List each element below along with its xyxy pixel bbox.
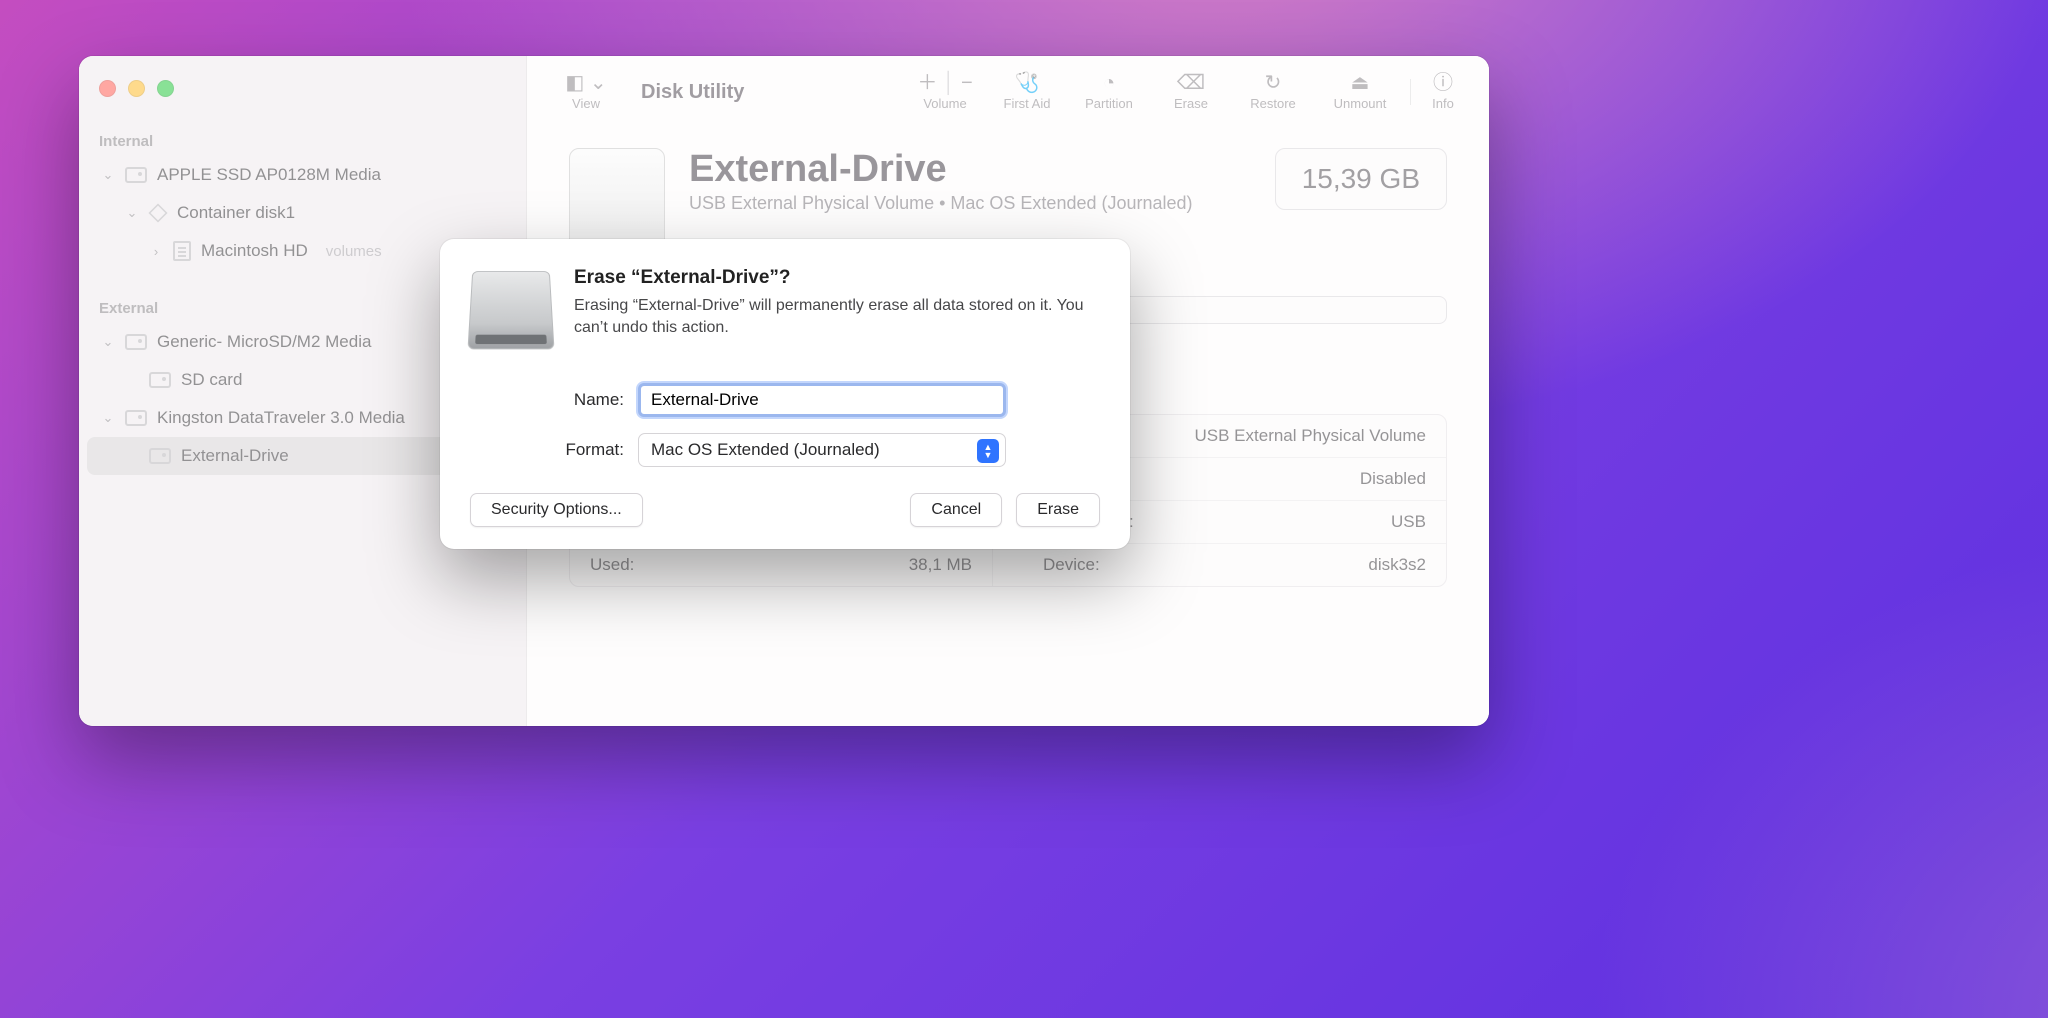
window-controls xyxy=(79,76,526,121)
info-icon: ⓘ xyxy=(1433,73,1453,93)
unmount-button[interactable]: ⏏ Unmount xyxy=(1318,73,1402,111)
disk-icon xyxy=(149,372,171,388)
dialog-title: Erase “External-Drive”? xyxy=(574,267,1094,289)
sidebar-item-label: Macintosh HD xyxy=(201,241,308,261)
erase-icon: ⌫ xyxy=(1177,73,1205,93)
sidebar-item-label: Container disk1 xyxy=(177,203,295,223)
format-selected-value: Mac OS Extended (Journaled) xyxy=(651,440,880,460)
drive-title: External-Drive xyxy=(689,148,1193,191)
toolbar-label: View xyxy=(572,96,600,111)
volume-icon xyxy=(173,241,191,261)
sidebar-item-label: Kingston DataTraveler 3.0 Media xyxy=(157,408,405,428)
close-window-button[interactable] xyxy=(99,80,116,97)
drive-icon xyxy=(467,271,554,349)
chevron-down-icon: ⌄ xyxy=(101,167,115,183)
security-options-button[interactable]: Security Options... xyxy=(470,493,643,527)
format-label: Format: xyxy=(470,440,638,460)
disk-icon xyxy=(125,410,147,426)
view-menu-button[interactable]: ◧ ⌄ View xyxy=(549,73,623,111)
sidebar-toggle-icon: ◧ ⌄ xyxy=(565,73,606,93)
disk-icon xyxy=(125,334,147,350)
info-cell-device: Device: disk3s2 xyxy=(1023,544,1446,586)
sidebar-item-label: External-Drive xyxy=(181,446,289,466)
chevron-right-icon: › xyxy=(149,244,163,259)
name-label: Name: xyxy=(470,390,638,410)
minimize-window-button[interactable] xyxy=(128,80,145,97)
disk-icon xyxy=(149,448,171,464)
drive-size-badge: 15,39 GB xyxy=(1275,148,1447,210)
toolbar-divider xyxy=(1410,79,1411,105)
restore-icon: ↻ xyxy=(1265,73,1282,93)
sidebar-section-internal: Internal xyxy=(79,121,526,156)
sidebar-item-label: Generic- MicroSD/M2 Media xyxy=(157,332,371,352)
first-aid-button[interactable]: 🩺 First Aid xyxy=(990,73,1064,111)
info-button[interactable]: ⓘ Info xyxy=(1419,73,1467,111)
chevron-down-icon: ⌄ xyxy=(101,410,115,426)
volume-button[interactable]: ＋ │ − Volume xyxy=(908,73,982,111)
format-select[interactable]: Mac OS Extended (Journaled) ▲▼ xyxy=(638,433,1006,467)
app-title: Disk Utility xyxy=(641,81,744,104)
eject-icon: ⏏ xyxy=(1351,73,1370,93)
erase-confirm-button[interactable]: Erase xyxy=(1016,493,1100,527)
chevron-down-icon: ⌄ xyxy=(101,334,115,350)
toolbar: ◧ ⌄ View Disk Utility ＋ │ − Volume 🩺 Fir… xyxy=(527,56,1489,128)
sidebar-item-suffix: volumes xyxy=(326,243,382,260)
sidebar-item-label: SD card xyxy=(181,370,242,390)
plus-minus-icon: ＋ │ − xyxy=(917,73,972,93)
info-cell-used: Used: 38,1 MB xyxy=(570,544,993,586)
name-input[interactable] xyxy=(638,383,1006,417)
partition-button[interactable]: ◔ Partition xyxy=(1072,73,1146,111)
pie-chart-icon: ◔ xyxy=(1103,73,1115,93)
zoom-window-button[interactable] xyxy=(157,80,174,97)
stethoscope-icon: 🩺 xyxy=(1015,73,1040,93)
updown-arrows-icon: ▲▼ xyxy=(977,439,999,463)
sidebar-item-container[interactable]: ⌄ Container disk1 xyxy=(87,194,518,232)
chevron-down-icon: ⌄ xyxy=(125,205,139,221)
drive-subtitle: USB External Physical Volume • Mac OS Ex… xyxy=(689,193,1193,214)
container-icon xyxy=(149,204,167,222)
dialog-description: Erasing “External-Drive” will permanentl… xyxy=(574,295,1094,338)
sidebar-item-internal-disk[interactable]: ⌄ APPLE SSD AP0128M Media xyxy=(87,156,518,194)
cancel-button[interactable]: Cancel xyxy=(910,493,1002,527)
erase-toolbar-button[interactable]: ⌫ Erase xyxy=(1154,73,1228,111)
sidebar-item-label: APPLE SSD AP0128M Media xyxy=(157,165,381,185)
restore-button[interactable]: ↻ Restore xyxy=(1236,73,1310,111)
disk-icon xyxy=(125,167,147,183)
erase-dialog: Erase “External-Drive”? Erasing “Externa… xyxy=(440,239,1130,549)
